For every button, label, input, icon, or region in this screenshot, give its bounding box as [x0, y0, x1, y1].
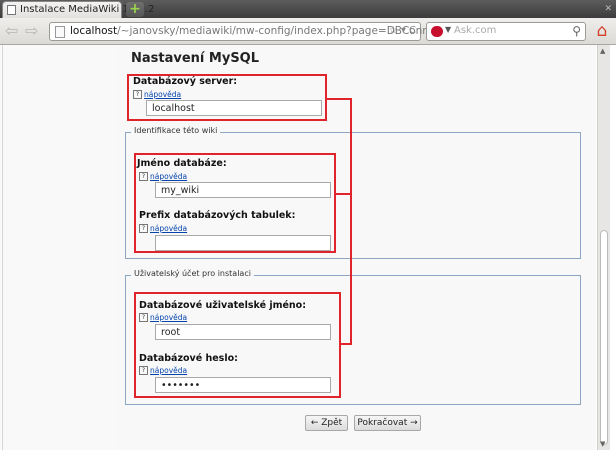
- address-bar[interactable]: localhost/~janovsky/mediawiki/mw-config/…: [49, 22, 445, 41]
- ask-logo-icon[interactable]: [431, 26, 443, 37]
- navigation-bar: ⇦ ⇨ localhost/~janovsky/mediawiki/mw-con…: [0, 18, 616, 45]
- connector-line: [334, 193, 352, 195]
- page-icon: [55, 26, 65, 38]
- continue-button[interactable]: Pokračovat →: [354, 415, 421, 431]
- highlight-box-db-server: [127, 74, 327, 121]
- scroll-up-icon[interactable]: ▲: [600, 47, 605, 55]
- fieldset-legend: Identifikace této wiki: [131, 126, 221, 135]
- connector-line: [339, 343, 352, 345]
- url-host: localhost: [70, 25, 118, 37]
- browser-window: Instalace MediaWiki 1.19.2 + ✕ ⇦ ⇨ local…: [0, 0, 616, 450]
- search-bar[interactable]: ▼ Ask.com ⚲: [426, 22, 586, 41]
- divider: [2, 45, 3, 450]
- page-icon: [7, 5, 16, 15]
- fieldset-legend: Uživatelský účet pro instalaci: [131, 269, 254, 278]
- browser-tab[interactable]: Instalace MediaWiki 1.19.2: [2, 1, 154, 18]
- sidebar: [0, 45, 118, 450]
- page-viewport: ▲ ▼ Nastavení MySQL Databázový server: ?…: [0, 45, 616, 450]
- bookmark-reload-controls[interactable]: ☆ ▾ C: [389, 25, 416, 36]
- highlight-box-db-user: [134, 292, 341, 398]
- close-icon[interactable]: ✕: [604, 4, 612, 14]
- back-button[interactable]: ← Zpět: [305, 415, 348, 431]
- highlight-box-db-name: [134, 153, 336, 253]
- divider: [610, 45, 616, 450]
- search-placeholder: Ask.com: [454, 25, 497, 36]
- scroll-down-icon[interactable]: ▼: [600, 440, 605, 448]
- tab-bar: Instalace MediaWiki 1.19.2 + ✕: [0, 0, 616, 18]
- back-arrow-icon[interactable]: ⇦: [5, 21, 18, 40]
- forward-arrow-icon[interactable]: ⇨: [25, 21, 38, 40]
- page-title: Nastavení MySQL: [131, 51, 260, 66]
- chevron-down-icon[interactable]: ▼: [445, 25, 451, 34]
- home-icon[interactable]: ⌂: [592, 21, 612, 41]
- new-tab-button[interactable]: +: [126, 2, 144, 17]
- scrollbar-thumb[interactable]: [600, 230, 608, 445]
- connector-line: [325, 98, 352, 100]
- search-icon[interactable]: ⚲: [572, 24, 581, 38]
- connector-line: [350, 98, 352, 345]
- scrollbar[interactable]: ▲ ▼: [597, 45, 610, 450]
